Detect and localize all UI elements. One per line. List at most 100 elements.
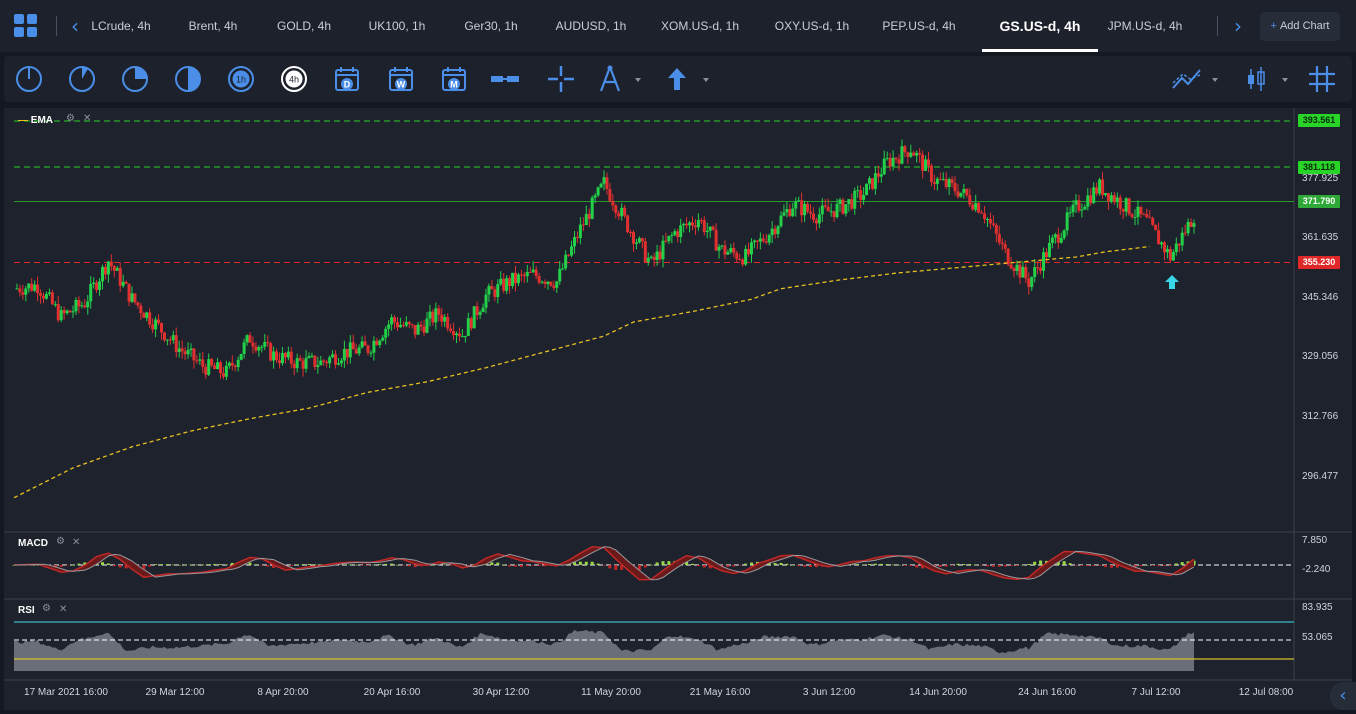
candle-body [779,215,783,227]
timeframe-1m-icon[interactable] [14,64,44,94]
horizontal-line-tool-icon[interactable] [490,64,520,94]
grid-toggle-icon[interactable] [1307,64,1337,94]
price-chart[interactable] [4,108,1352,710]
macd-axis-label: 7.850 [1302,535,1328,546]
rsi-indicator-label[interactable]: RSI [18,605,35,616]
candle-body [1056,234,1060,243]
buy-signal-arrow-icon[interactable] [1164,274,1180,290]
macd-settings-icon[interactable]: ⚙ [56,536,65,547]
rsi-close-icon[interactable]: ✕ [59,604,67,615]
candle-body [42,295,45,299]
timeframe-5m-icon[interactable] [67,64,97,94]
macd-histogram-bar [649,564,653,566]
candle-body [248,335,252,343]
macd-histogram-bar [289,565,293,567]
drawing-tools-icon[interactable] [596,64,644,94]
layout-grid-icon[interactable] [14,14,38,38]
candle-body [505,278,509,291]
candle-body [168,339,172,341]
macd-histogram-bar [578,561,582,565]
candle-body [1139,206,1143,215]
candle-body [809,211,812,214]
candle-body [59,310,63,321]
candle-body [74,299,78,312]
period-monthly-icon[interactable]: M [439,64,469,94]
chart-panel[interactable]: — EMA ⚙ ✕ MACD ⚙ ✕ RSI ⚙ ✕ 393.561 381.1… [4,108,1352,710]
candle-body [422,326,426,333]
ema-indicator-label[interactable]: — EMA [18,115,53,126]
candle-body [15,288,19,290]
add-chart-button[interactable]: + Add Chart [1260,12,1340,41]
scroll-left-icon[interactable]: ‹ [67,16,83,36]
macd-histogram-bar [1074,565,1078,566]
macd-histogram-bar [1009,565,1013,567]
candle-body [1112,195,1116,203]
time-axis-label: 7 Jul 12:00 [1131,687,1181,698]
rsi-settings-icon[interactable]: ⚙ [42,603,51,614]
trade-arrow-icon[interactable] [664,64,712,94]
candle-body [850,199,854,209]
timeframe-4h-icon[interactable]: 4h [279,64,309,94]
svg-text:4h: 4h [289,75,299,85]
candle-body [876,173,880,177]
candle-body [404,321,408,326]
candle-body [590,197,594,219]
candle-body [130,293,134,302]
tab-lcrude-4h[interactable]: LCrude, 4h [88,0,154,52]
tab-gold-4h[interactable]: GOLD, 4h [272,0,336,52]
candle-body [531,269,535,273]
macd-histogram-bar [354,564,358,566]
candle-body [434,308,438,323]
macd-indicator-label[interactable]: MACD [18,538,48,549]
period-daily-icon[interactable]: D [332,64,362,94]
ema-settings-icon[interactable]: ⚙ [66,113,75,124]
timeframe-15m-icon[interactable] [120,64,150,94]
candle-body [897,159,901,164]
candle-body [525,271,529,277]
macd-histogram-bar [667,561,671,565]
candle-body [1115,197,1119,203]
candle-body [292,363,296,369]
tab-ger30-1h[interactable]: Ger30, 1h [462,0,520,52]
candle-body [947,179,951,188]
candle-body [1021,267,1025,278]
tab-pep-us-d-4h[interactable]: PEP.US-d, 4h [882,0,956,52]
tab-gs-us-d-4h[interactable]: GS.US-d, 4h [982,0,1098,52]
scroll-right-icon[interactable]: › [1230,16,1246,36]
ema-close-icon[interactable]: ✕ [83,113,91,124]
candle-body [98,281,102,290]
tab-audusd-1h[interactable]: AUDUSD, 1h [554,0,628,52]
candle-body [1163,242,1166,253]
macd-histogram-bar [809,565,812,567]
tab-jpm-us-d-4h[interactable]: JPM.US-d, 4h [1106,0,1184,52]
tab-oxy-us-d-1h[interactable]: OXY.US-d, 1h [774,0,850,52]
time-axis-label: 17 Mar 2021 16:00 [24,687,108,698]
timeframe-30m-icon[interactable] [173,64,203,94]
collapse-panel-icon[interactable]: ‹ [1330,682,1356,710]
candle-body [27,283,31,289]
macd-histogram-bar [77,563,81,565]
macd-histogram-bar [1003,565,1007,567]
candle-body [319,360,323,366]
indicators-icon[interactable] [1170,64,1222,94]
timeframe-1h-icon[interactable]: 1h [226,64,256,94]
candle-body [870,178,874,189]
time-axis-label: 8 Apr 20:00 [257,687,309,698]
candle-body [1059,237,1063,243]
tab-xom-us-d-1h[interactable]: XOM.US-d, 1h [660,0,740,52]
tab-uk100-1h[interactable]: UK100, 1h [364,0,430,52]
candle-body [416,324,420,335]
candle-body [885,157,889,159]
crosshair-icon[interactable] [546,64,576,94]
chart-type-candles-icon[interactable] [1242,64,1292,94]
candle-body [398,324,402,328]
candle-body [381,337,385,341]
period-weekly-icon[interactable]: W [386,64,416,94]
candle-body [1015,264,1019,271]
tab-brent-4h[interactable]: Brent, 4h [182,0,244,52]
candle-body [233,365,237,368]
macd-close-icon[interactable]: ✕ [72,537,80,548]
candle-body [646,257,650,262]
macd-histogram-bar [1068,563,1072,565]
price-axis-label: 345.346 [1302,292,1339,303]
